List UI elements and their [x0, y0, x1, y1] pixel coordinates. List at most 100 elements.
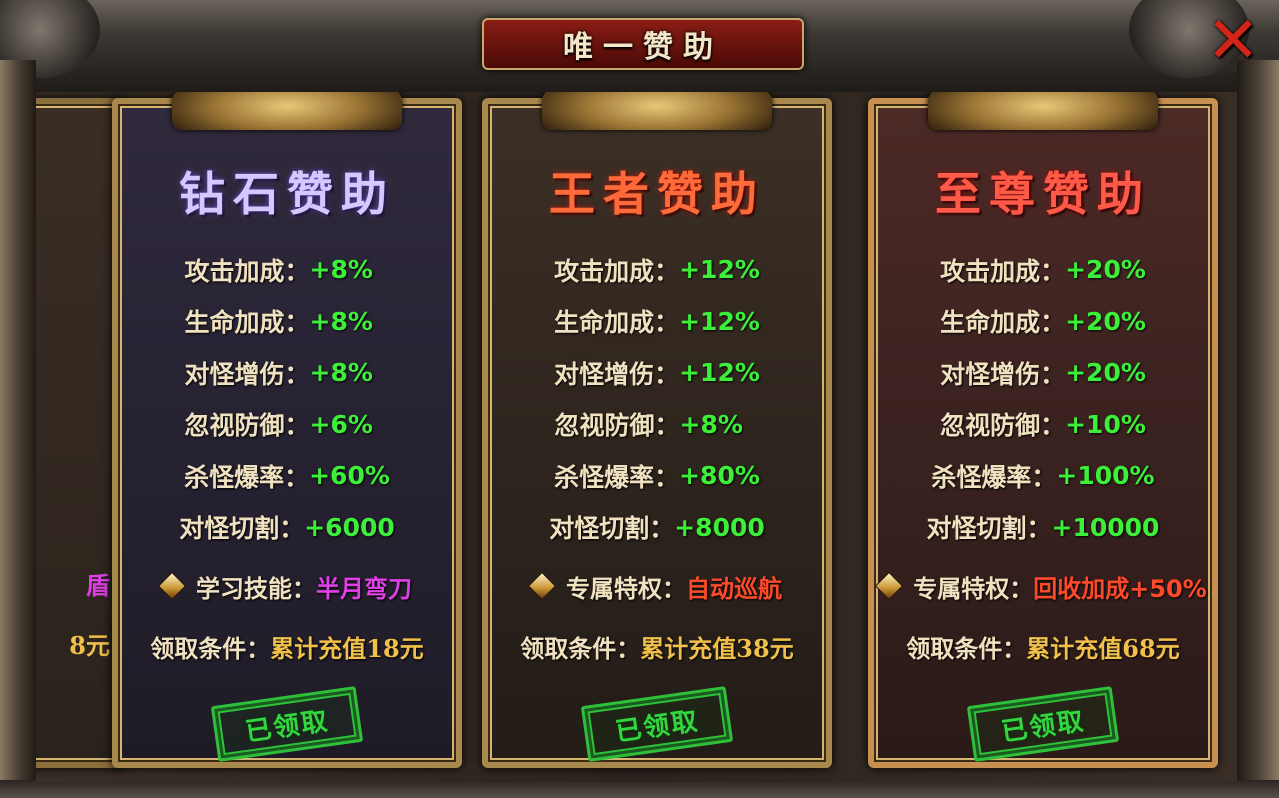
perk-label: 专属特权：	[913, 574, 1034, 603]
stat-value: +10%	[1065, 409, 1146, 439]
stat-label: 攻击加成：	[554, 256, 680, 286]
condition-label: 领取条件：	[906, 634, 1027, 663]
card-stats: 攻击加成： +12% 生命加成： +12% 对怪增伤： +12% 忽视防御： +8% 杀…	[488, 244, 826, 553]
stat-value: +100%	[1056, 461, 1155, 491]
stat-row: 对怪增伤： +20%	[874, 347, 1212, 399]
stat-value: +8%	[679, 409, 743, 439]
stat-label: 对怪增伤：	[184, 359, 310, 389]
claimed-stamp-label: 已领取	[613, 705, 702, 748]
stat-row: 攻击加成： +8%	[118, 244, 456, 296]
sponsor-card-king: 王者赞助 攻击加成： +12% 生命加成： +12% 对怪增伤： +12% 忽视防御：…	[482, 92, 832, 768]
stat-label: 忽视防御：	[184, 411, 310, 441]
card-crown-ornament	[172, 92, 402, 130]
condition-value: 累计充值18元	[270, 633, 424, 663]
stat-label: 对怪增伤：	[940, 359, 1066, 389]
stat-label: 杀怪爆率：	[931, 462, 1057, 492]
stat-label: 对怪切割：	[926, 514, 1052, 544]
stat-label: 忽视防御：	[940, 411, 1066, 441]
stat-row: 忽视防御： +10%	[874, 399, 1212, 451]
stat-value: +8%	[309, 358, 373, 388]
dialog-right-border	[1237, 60, 1279, 798]
stat-value: +8000	[674, 512, 765, 542]
stat-label: 生命加成：	[184, 308, 310, 338]
stat-row: 对怪切割： +6000	[118, 502, 456, 554]
stat-row: 杀怪爆率： +60%	[118, 450, 456, 502]
dialog-bottom-border	[0, 780, 1279, 798]
stat-row: 对怪切割： +10000	[874, 502, 1212, 554]
stat-row: 生命加成： +12%	[488, 296, 826, 348]
stat-value: +20%	[1065, 306, 1146, 336]
stat-label: 忽视防御：	[554, 411, 680, 441]
card-condition: 领取条件： 累计充值38元	[488, 626, 826, 666]
card-condition: 领取条件： 累计充值18元	[118, 626, 456, 666]
card-crown-ornament	[928, 92, 1158, 130]
condition-value: 累计充值68元	[1026, 633, 1180, 663]
dialog-left-border	[0, 60, 36, 798]
perk-label: 学习技能：	[196, 574, 316, 603]
stat-row: 攻击加成： +12%	[488, 244, 826, 296]
stat-value: +20%	[1065, 358, 1146, 388]
stat-value: +6000	[304, 512, 395, 542]
stat-value: +8%	[309, 255, 373, 285]
diamond-gem-icon	[875, 571, 904, 601]
stat-value: +12%	[679, 358, 760, 388]
stat-row: 攻击加成： +20%	[874, 244, 1212, 296]
card-title: 王者赞助	[549, 167, 765, 221]
stat-row: 对怪增伤： +12%	[488, 347, 826, 399]
card-title: 至尊赞助	[935, 167, 1151, 221]
stat-row: 忽视防御： +8%	[488, 399, 826, 451]
sponsor-card-supreme: 至尊赞助 攻击加成： +20% 生命加成： +20% 对怪增伤： +20% 忽视防御：…	[868, 92, 1218, 768]
card-stats: 攻击加成： +20% 生命加成： +20% 对怪增伤： +20% 忽视防御： +10% …	[874, 244, 1212, 553]
stat-value: +20%	[1065, 255, 1146, 285]
claimed-stamp-label: 已领取	[999, 705, 1088, 748]
condition-label: 领取条件：	[520, 634, 641, 663]
claimed-stamp[interactable]: 已领取	[210, 686, 364, 762]
stat-label: 对怪切割：	[179, 514, 305, 544]
card-condition: 领取条件： 累计充值68元	[874, 626, 1212, 666]
stat-value: +80%	[679, 461, 760, 491]
stat-value: +8%	[309, 306, 373, 336]
perk-value: 回收加成+50%	[1033, 574, 1207, 603]
stat-row: 对怪切割： +8000	[488, 502, 826, 554]
diamond-gem-icon	[527, 571, 557, 601]
perk-label: 专属特权：	[566, 574, 686, 603]
partial-perk-fragment: 盾	[86, 572, 110, 600]
condition-value: 累计充值38元	[640, 633, 794, 663]
stat-label: 杀怪爆率：	[554, 462, 680, 492]
stat-label: 生命加成：	[554, 308, 680, 338]
close-icon: ✕	[1206, 4, 1260, 78]
perk-value: 自动巡航	[686, 574, 782, 603]
claimed-stamp-label: 已领取	[243, 705, 332, 748]
stat-row: 生命加成： +20%	[874, 296, 1212, 348]
stat-value: +12%	[679, 255, 760, 285]
claimed-stamp[interactable]: 已领取	[580, 686, 734, 762]
stat-row: 生命加成： +8%	[118, 296, 456, 348]
perk-value: 半月弯刀	[316, 574, 412, 603]
stat-row: 对怪增伤： +8%	[118, 347, 456, 399]
claimed-stamp[interactable]: 已领取	[966, 686, 1120, 762]
stat-row: 杀怪爆率： +100%	[874, 450, 1212, 502]
stat-label: 攻击加成：	[940, 256, 1066, 286]
card-perk: 专属特权： 自动巡航	[488, 566, 826, 606]
card-perk: 专属特权： 回收加成+50%	[874, 566, 1212, 606]
partial-condition-fragment: 8元	[69, 631, 110, 660]
diamond-gem-icon	[157, 571, 187, 601]
stat-value: +12%	[679, 306, 760, 336]
sponsor-dialog: 唯一赞助 ✕ 盾 8元 钻石赞助 攻击加成： +8% 生命加成： +8% 对怪增伤：…	[0, 0, 1279, 798]
stat-row: 忽视防御： +6%	[118, 399, 456, 451]
sponsor-cards-area[interactable]: 盾 8元 钻石赞助 攻击加成： +8% 生命加成： +8% 对怪增伤： +8% 忽视防…	[36, 92, 1237, 782]
stat-label: 对怪增伤：	[554, 359, 680, 389]
condition-label: 领取条件：	[150, 634, 271, 663]
stat-value: +10000	[1051, 512, 1160, 542]
card-stats: 攻击加成： +8% 生命加成： +8% 对怪增伤： +8% 忽视防御： +6% 杀怪爆率…	[118, 244, 456, 553]
stat-label: 杀怪爆率：	[184, 462, 310, 492]
stat-label: 攻击加成：	[184, 256, 310, 286]
sponsor-card-diamond: 钻石赞助 攻击加成： +8% 生命加成： +8% 对怪增伤： +8% 忽视防御： +6%…	[112, 92, 462, 768]
stat-row: 杀怪爆率： +80%	[488, 450, 826, 502]
stat-label: 对怪切割：	[549, 514, 675, 544]
close-button[interactable]: ✕	[1198, 6, 1268, 76]
dialog-title: 唯一赞助	[563, 30, 723, 65]
stat-value: +6%	[309, 409, 373, 439]
card-perk: 学习技能： 半月弯刀	[118, 566, 456, 606]
card-title: 钻石赞助	[179, 167, 395, 221]
